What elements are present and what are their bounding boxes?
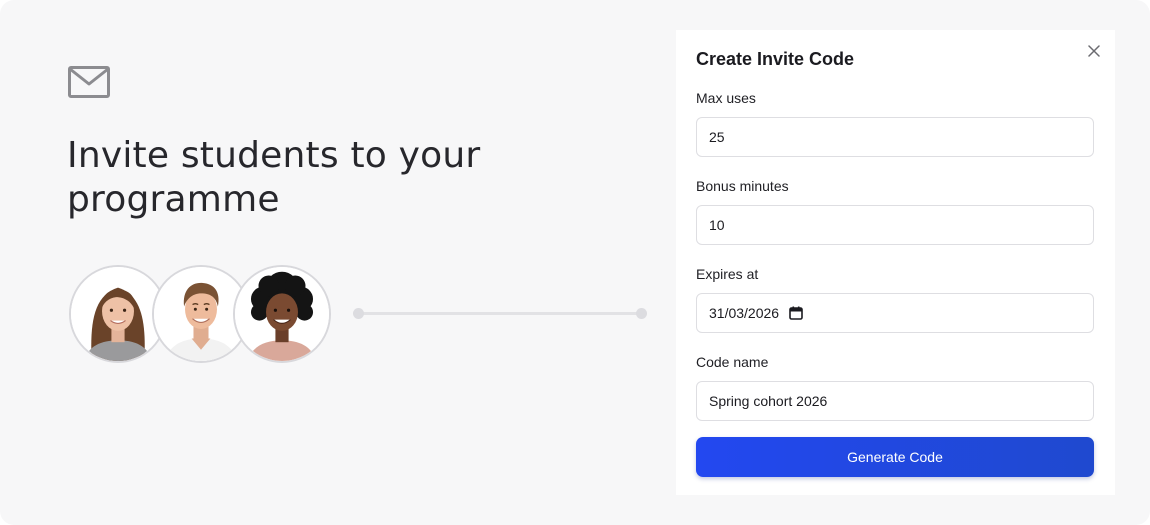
bonus-minutes-input[interactable]: 10 [696,205,1094,245]
mail-icon [68,66,110,98]
max-uses-value: 25 [709,129,725,145]
code-name-label: Code name [696,354,769,370]
avatar-woman-curly-hair-icon [235,267,329,361]
max-uses-label: Max uses [696,90,756,106]
avatar-group [69,265,339,366]
panel-title: Create Invite Code [696,49,855,69]
close-icon [1088,45,1100,57]
connector-start-dot [353,308,364,319]
create-invite-panel: Create Invite Code Max uses 25 Bonus min… [676,30,1115,495]
expires-at-label: Expires at [696,266,759,282]
close-button[interactable] [1085,42,1103,60]
avatar [233,265,331,363]
bonus-minutes-label: Bonus minutes [696,178,789,194]
progress-connector [353,308,647,319]
avatar-woman-long-hair-icon [71,267,165,361]
generate-code-button[interactable]: Generate Code [696,437,1094,477]
expires-at-date-input[interactable]: 31/03/2026 [696,293,1094,333]
code-name-value: Spring cohort 2026 [709,393,828,409]
code-name-input[interactable]: Spring cohort 2026 [696,381,1094,421]
bonus-minutes-value: 10 [709,217,725,233]
hero-headline: Invite students to your programme [67,135,481,220]
calendar-icon[interactable] [789,306,803,320]
max-uses-input[interactable]: 25 [696,117,1094,157]
connector-line [358,312,642,315]
connector-end-dot [636,308,647,319]
expires-at-value: 31/03/2026 [709,305,780,321]
invite-page: Invite students to your programme Create… [0,0,1150,525]
